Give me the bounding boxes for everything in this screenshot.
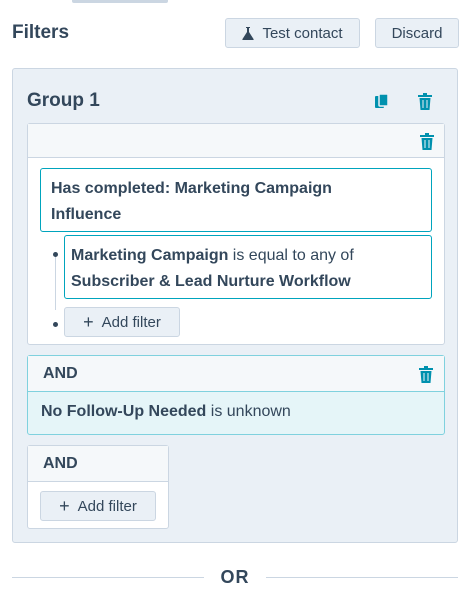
page-title: Filters [12, 22, 70, 43]
test-contact-label: Test contact [262, 24, 343, 42]
copy-icon[interactable] [372, 91, 392, 111]
add-filter-label: Add filter [101, 313, 161, 331]
tree-bullet [53, 252, 58, 257]
delete-group-trash-icon[interactable] [415, 91, 435, 111]
and-filter-block: AND No Follow-Up Needed is unknown [27, 355, 445, 435]
group-title: Group 1 [27, 90, 100, 111]
delete-and-filter-trash-icon[interactable] [416, 364, 436, 384]
flask-icon [242, 26, 255, 40]
and-filter-condition[interactable]: No Follow-Up Needed is unknown [41, 403, 291, 421]
event-filter-card: Has completed: Marketing Campaign Influe… [27, 123, 445, 345]
tree-connector-line [55, 254, 56, 310]
discard-label: Discard [391, 24, 443, 42]
filter-property-name: Marketing Campaign [71, 247, 229, 264]
add-filter-button[interactable]: + Add filter [64, 307, 180, 337]
plus-icon: + [83, 312, 94, 332]
and-filter-operator: is unknown [206, 403, 291, 420]
plus-icon: + [59, 496, 70, 516]
top-scroll-indicator [72, 0, 168, 3]
filter-group: Group 1 Has completed: Marketing Campaig… [12, 68, 458, 543]
discard-button[interactable]: Discard [375, 18, 459, 48]
event-filter-text-line1: Has completed: Marketing Campaign [51, 180, 332, 197]
or-divider: OR [12, 562, 458, 592]
and-block-header: AND [28, 356, 444, 392]
add-filter-label: Add filter [77, 497, 137, 515]
and-label: AND [43, 365, 78, 382]
add-filter-button[interactable]: + Add filter [40, 491, 156, 521]
tree-bullet [53, 322, 58, 327]
filter-value: Subscriber & Lead Nurture Workflow [71, 273, 351, 290]
and-filter-property: No Follow-Up Needed [41, 403, 207, 420]
divider-line [266, 577, 458, 578]
and-block-header: AND [28, 446, 168, 482]
and-filter-block-empty: AND + Add filter [27, 445, 169, 529]
event-filter-card-header [28, 124, 444, 158]
and-label: AND [43, 455, 78, 472]
delete-event-filter-trash-icon[interactable] [417, 131, 437, 151]
test-contact-button[interactable]: Test contact [225, 18, 360, 48]
event-filter-condition[interactable]: Has completed: Marketing Campaign Influe… [40, 168, 432, 232]
filters-header: Filters Test contact Discard [12, 18, 462, 50]
event-filter-text-line2: Influence [51, 206, 122, 223]
property-filter-condition[interactable]: Marketing Campaign is equal to any of Su… [64, 235, 432, 299]
filter-operator: is equal to any of [228, 247, 354, 264]
